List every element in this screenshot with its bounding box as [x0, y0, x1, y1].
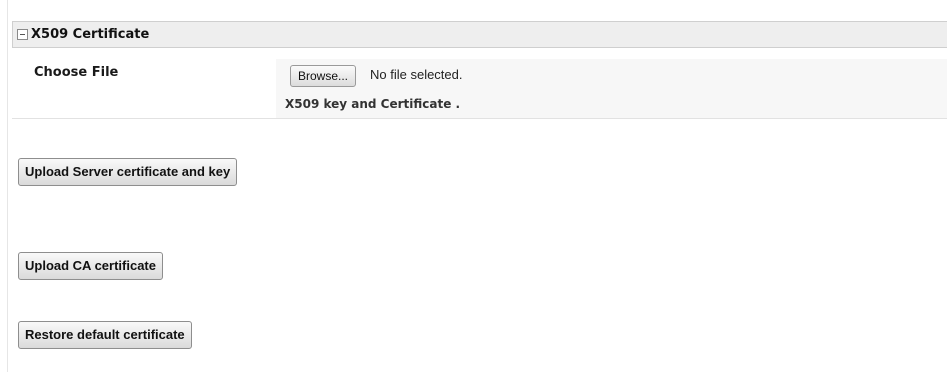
section-title: X509 Certificate	[31, 27, 150, 42]
choose-file-label: Choose File	[34, 65, 119, 80]
file-help-text: X509 key and Certificate .	[285, 97, 461, 111]
restore-default-certificate-button[interactable]: Restore default certificate	[18, 321, 192, 349]
upload-server-certificate-button[interactable]: Upload Server certificate and key	[18, 158, 238, 186]
upload-ca-certificate-button[interactable]: Upload CA certificate	[18, 252, 163, 280]
row-divider	[12, 118, 947, 119]
page-left-border	[7, 0, 8, 372]
x509-certificate-section: X509 Certificate	[12, 21, 947, 48]
collapse-minus-icon[interactable]	[17, 29, 28, 40]
file-input-cell: Browse... No file selected. X509 key and…	[276, 59, 947, 118]
section-header[interactable]: X509 Certificate	[12, 21, 947, 48]
file-status-text: No file selected.	[370, 67, 463, 82]
browse-button[interactable]: Browse...	[290, 65, 357, 87]
